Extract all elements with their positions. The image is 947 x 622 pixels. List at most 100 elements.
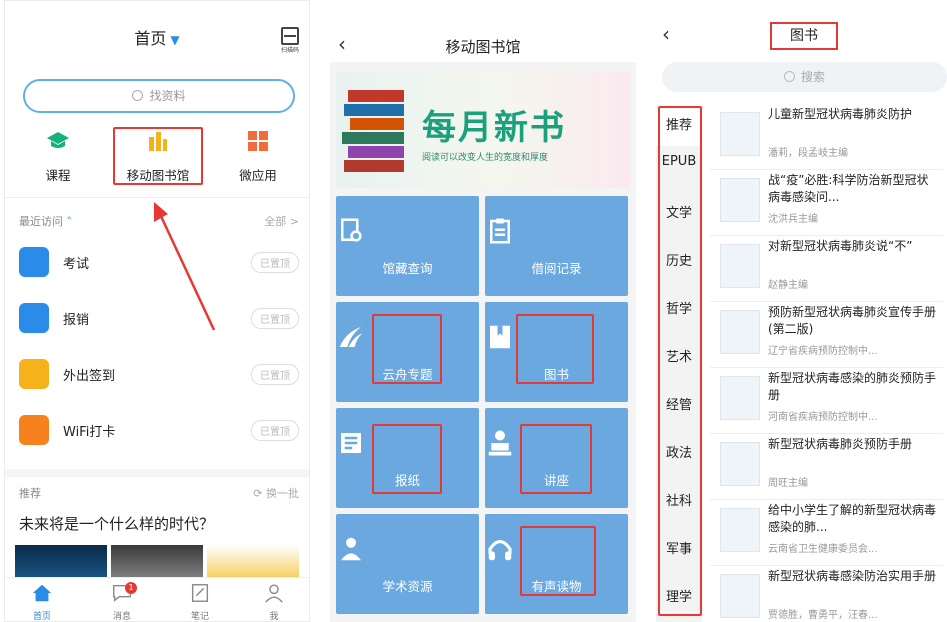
- highlight-audiobook: [520, 526, 596, 596]
- scan-icon: [281, 27, 299, 45]
- quick-course-label: 课程: [45, 168, 71, 183]
- tab-note[interactable]: 笔记: [175, 582, 225, 622]
- book-title: 新型冠状病毒感染防治实用手册: [768, 569, 937, 583]
- book-author: 赵静主编: [768, 280, 808, 291]
- book-title: 儿童新型冠状病毒肺炎防护: [768, 107, 913, 121]
- tab-label: 我: [269, 612, 279, 622]
- tab-label: 笔记: [190, 612, 209, 622]
- book-cover: [720, 112, 760, 156]
- newspaper-icon: [341, 433, 361, 453]
- new-books-banner[interactable]: 每月新书 阅读可以改变人生的宽度和厚度: [336, 72, 630, 188]
- book-cover: [720, 310, 760, 354]
- list-item[interactable]: 考试 已置顶: [19, 243, 299, 283]
- app-name: WiFi打卡: [63, 425, 116, 440]
- search-placeholder: 找资料: [149, 89, 186, 103]
- book-author: 河南省疾病预防控制中...: [768, 412, 878, 423]
- book-title: 预防新型冠状病毒肺炎宣传手册(第二版): [768, 305, 937, 336]
- list-item[interactable]: WiFi打卡 已置顶: [19, 411, 299, 451]
- search-placeholder: 搜索: [800, 70, 825, 84]
- tile-label: 借阅记录: [531, 261, 582, 276]
- list-item[interactable]: 新型冠状病毒肺炎预防手册 周旺主编: [710, 434, 943, 500]
- list-item[interactable]: 预防新型冠状病毒肺炎宣传手册(第二版) 辽宁省疾病预防控制中...: [710, 302, 943, 368]
- search-input[interactable]: 找资料: [23, 79, 295, 113]
- scan-button[interactable]: 扫描码: [279, 27, 301, 54]
- book-author: 周旺主编: [768, 478, 808, 489]
- book-title: 给中小学生了解的新型冠状病毒感染的肺...: [768, 503, 937, 534]
- list-item[interactable]: 报销 已置顶: [19, 299, 299, 339]
- app-name: 考试: [63, 257, 90, 272]
- pin-badge[interactable]: 已置顶: [251, 364, 299, 385]
- chevron-down-icon: ▼: [170, 33, 180, 47]
- page-title: 图书: [770, 22, 838, 50]
- home-header[interactable]: 首页 ▼: [5, 25, 309, 61]
- profile-icon: [265, 584, 283, 603]
- headphones-icon: [488, 539, 512, 561]
- refresh-icon: ⟳: [253, 487, 266, 500]
- book-cover: [720, 376, 760, 420]
- book-author: 沈洪兵主编: [768, 214, 818, 225]
- quick-micro-app[interactable]: 微应用: [213, 129, 303, 184]
- recent-section-header: 最近访问 ˄ 全部 >: [19, 213, 299, 229]
- scan-label: 扫描码: [280, 47, 299, 54]
- search-icon: [132, 90, 144, 101]
- highlight-newspaper: [372, 424, 442, 494]
- search-input[interactable]: 搜索: [662, 62, 947, 92]
- tab-profile[interactable]: 我: [249, 582, 299, 622]
- tile-catalog[interactable]: 馆藏查询: [336, 196, 479, 296]
- tab-message[interactable]: 1 消息: [97, 582, 147, 621]
- book-author: 云南省卫生健康委员会...: [768, 544, 878, 555]
- tile-borrow-record[interactable]: 借阅记录: [485, 196, 628, 296]
- list-item[interactable]: 新型冠状病毒感染的肺炎预防手册 河南省疾病预防控制中...: [710, 368, 943, 434]
- yunzhou-icon: [339, 327, 363, 347]
- books-screen: ‹ 图书 搜索 推荐 EPUB 文学 历史 哲学 艺术 经管 政法 社科 军事 …: [656, 0, 947, 622]
- quick-micro-app-label: 微应用: [239, 168, 277, 183]
- unread-badge: 1: [125, 582, 137, 594]
- book-author: 潘莉，段孟岐主编: [768, 148, 848, 159]
- book-icon: [490, 325, 510, 349]
- exam-icon: [19, 247, 49, 277]
- highlight-lecture: [520, 424, 592, 494]
- clipboard-icon: [490, 218, 510, 244]
- catalog-search-icon: [341, 218, 362, 242]
- tab-home[interactable]: 首页: [17, 582, 67, 621]
- tile-scholar[interactable]: 学术资源: [336, 514, 479, 614]
- pin-badge[interactable]: 已置顶: [251, 308, 299, 329]
- app-name: 外出签到: [63, 369, 116, 384]
- list-item[interactable]: 外出签到 已置顶: [19, 355, 299, 395]
- graduation-cap-icon: [47, 132, 69, 148]
- search-icon: [783, 71, 795, 82]
- refresh-button[interactable]: ⟳ 换一批: [253, 485, 299, 501]
- recommend-label: 推荐: [19, 487, 41, 500]
- list-item[interactable]: 新型冠状病毒感染防治实用手册 贾德胜，曹勇平，汪春...: [710, 566, 943, 622]
- wifi-icon: [19, 415, 49, 445]
- list-item[interactable]: 对新型冠状病毒肺炎说“不” 赵静主编: [710, 236, 943, 302]
- highlight-yunzhou: [372, 314, 442, 384]
- pin-badge[interactable]: 已置顶: [251, 252, 299, 273]
- list-item[interactable]: 给中小学生了解的新型冠状病毒感染的肺... 云南省卫生健康委员会...: [710, 500, 943, 566]
- highlight-books: [516, 314, 594, 384]
- book-cover: [720, 508, 760, 552]
- home-screen: 首页 ▼ 扫描码 找资料 课程 移动图书馆 微应用 最近访问 ˄ 全部 > 考试 …: [4, 0, 310, 622]
- library-topbar: ‹ 移动图书馆: [330, 0, 636, 62]
- back-arrow-icon[interactable]: ‹: [662, 22, 670, 46]
- quick-course[interactable]: 课程: [13, 129, 103, 184]
- lecture-icon: [488, 430, 512, 456]
- banner-title: 每月新书: [422, 108, 566, 148]
- recommend-header: 推荐 ⟳ 换一批: [19, 485, 299, 501]
- recent-label: 最近访问: [19, 215, 63, 228]
- article-headline[interactable]: 未来将是一个什么样的时代？: [19, 513, 214, 534]
- book-cover: [720, 574, 760, 618]
- divider: [5, 469, 309, 477]
- list-item[interactable]: 儿童新型冠状病毒肺炎防护 潘莉，段孟岐主编: [710, 104, 943, 170]
- all-link[interactable]: 全部 >: [264, 213, 299, 229]
- pin-badge[interactable]: 已置顶: [251, 420, 299, 441]
- reimburse-icon: [19, 303, 49, 333]
- grid-apps-icon: [248, 131, 268, 151]
- divider: [5, 197, 309, 198]
- mobile-library-screen: ‹ 移动图书馆 每月新书 阅读可以改变人生的宽度和厚度 馆藏查询 借阅记录 云舟…: [330, 0, 636, 622]
- book-title: 对新型冠状病毒肺炎说“不”: [768, 239, 913, 253]
- book-cover: [720, 244, 760, 288]
- book-cover: [720, 178, 760, 222]
- highlight-categories: [658, 106, 702, 616]
- list-item[interactable]: 战“疫”必胜:科学防治新型冠状病毒感染问... 沈洪兵主编: [710, 170, 943, 236]
